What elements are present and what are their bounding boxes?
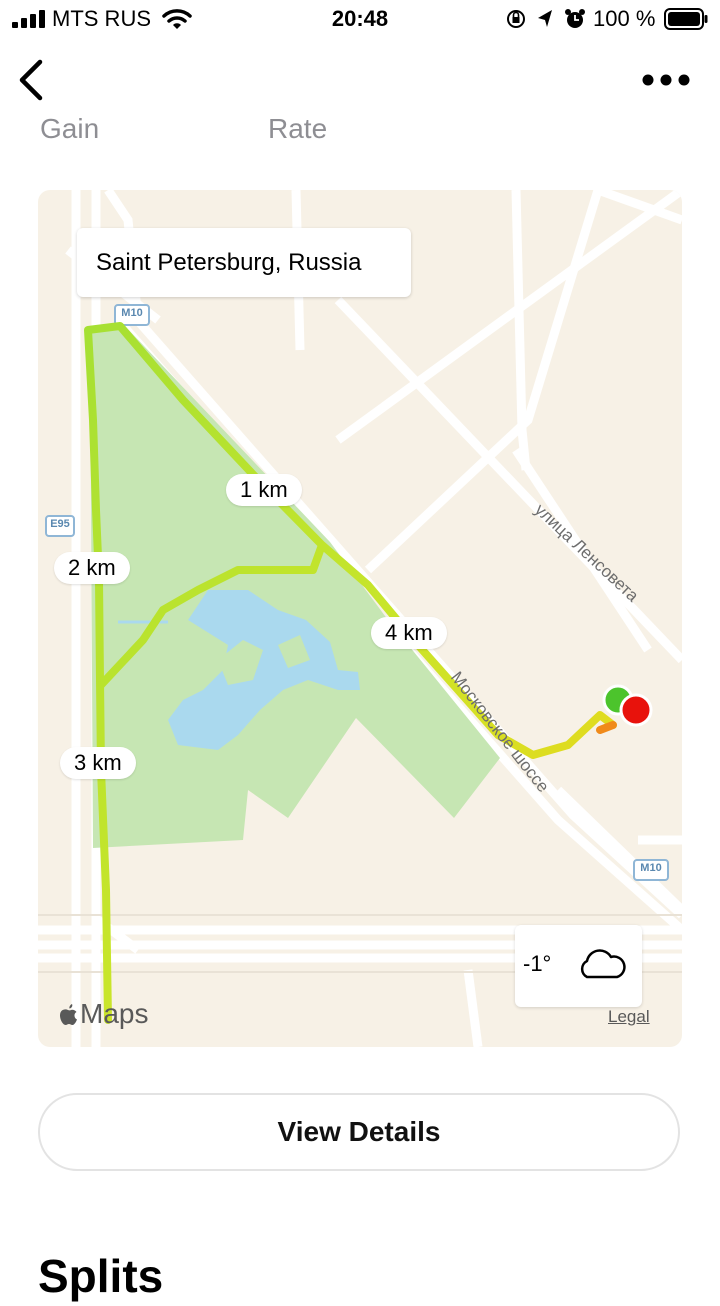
km-marker-3: 3 km [60, 747, 136, 779]
cloud-icon [580, 949, 626, 979]
apple-logo-icon [60, 1004, 77, 1025]
shield-label-m10-south: M10 [640, 862, 662, 874]
shield-label-m10: M10 [121, 307, 143, 319]
navigation-bar [0, 50, 720, 110]
km-marker-1: 1 km [226, 474, 302, 506]
shield-label-e95: E95 [50, 518, 70, 530]
orientation-lock-icon [507, 10, 525, 28]
metric-label-rate: Rate [268, 114, 328, 140]
weather-badge: -1° [515, 925, 642, 1007]
status-bar: MTS RUS 20:48 100 % [0, 0, 720, 40]
km-marker-2: 2 km [54, 552, 130, 584]
alarm-icon [565, 9, 585, 28]
splits-heading: Splits [38, 1250, 164, 1302]
battery-percent: 100 % [593, 6, 656, 31]
temperature-label: -1° [523, 951, 552, 976]
route-map[interactable]: Saint Petersburg, Russia 1 km 2 km 3 km … [38, 190, 682, 1047]
maps-attribution: Maps [58, 998, 148, 1030]
location-name: Saint Petersburg, Russia [77, 228, 411, 297]
km-marker-4: 4 km [371, 617, 447, 649]
legal-link[interactable]: Legal [608, 1007, 650, 1027]
location-arrow-icon [538, 10, 552, 27]
maps-label: Maps [80, 998, 149, 1029]
back-button[interactable] [12, 56, 48, 104]
metric-label-gain: Gain [40, 114, 100, 140]
view-details-button[interactable]: View Details [38, 1093, 680, 1171]
route-end-marker [619, 693, 653, 727]
status-icons [507, 9, 585, 28]
more-options-button[interactable] [636, 64, 696, 96]
battery-icon [664, 8, 708, 30]
